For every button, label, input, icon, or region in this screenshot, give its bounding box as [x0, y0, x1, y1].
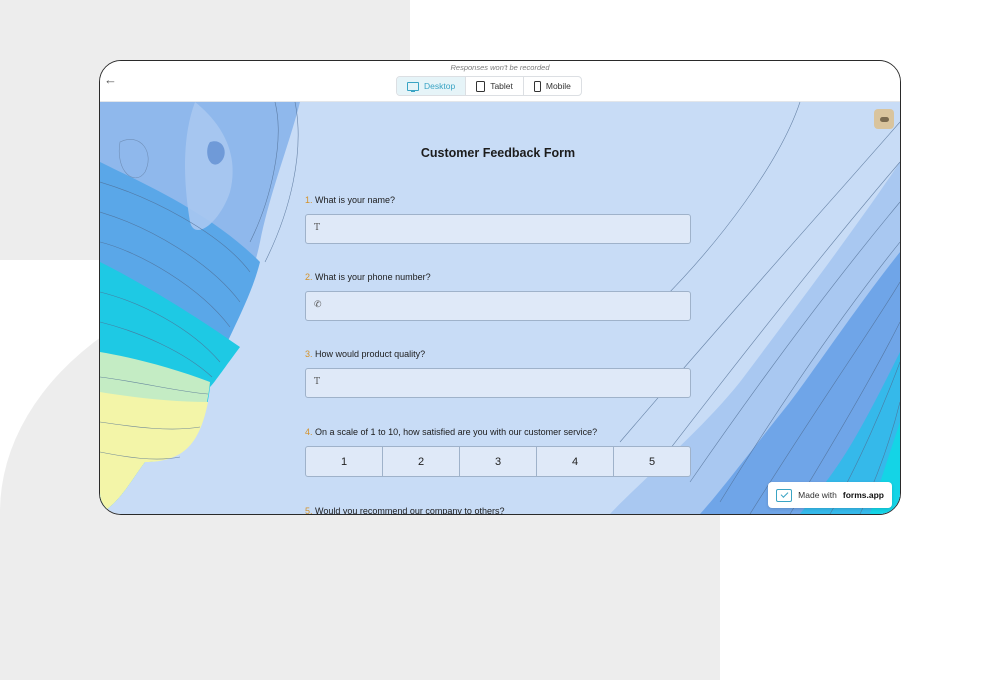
mobile-view-button[interactable]: Mobile [524, 77, 581, 95]
made-with-badge[interactable]: Made with forms.app [768, 482, 892, 508]
cloud-icon [879, 116, 889, 122]
upload-button[interactable] [874, 109, 894, 129]
question-text: What is your name? [315, 195, 396, 205]
desktop-icon [407, 81, 419, 92]
question-number: 1. [305, 195, 313, 205]
mobile-view-label: Mobile [545, 81, 571, 91]
forms-app-logo-icon [776, 488, 793, 502]
text-type-icon: T [314, 223, 321, 233]
question-5-label: 5. Would you recommend our company to ot… [305, 506, 504, 514]
question-number: 4. [305, 427, 313, 437]
rating-option-3[interactable]: 3 [459, 446, 537, 477]
tablet-view-button[interactable]: Tablet [466, 77, 524, 95]
view-switcher: Desktop Tablet Mobile [396, 76, 582, 96]
name-input[interactable]: T [305, 214, 691, 244]
responses-notice: Responses won't be recorded [450, 63, 550, 72]
phone-icon: ✆ [314, 300, 322, 310]
satisfaction-rating: 1 2 3 4 5 [305, 446, 691, 477]
mobile-icon [533, 80, 541, 92]
question-1-label: 1. What is your name? [305, 195, 395, 205]
brand-name: forms.app [842, 490, 884, 500]
tablet-icon [476, 80, 486, 92]
question-text: What is your phone number? [315, 272, 431, 282]
rating-option-2[interactable]: 2 [382, 446, 460, 477]
phone-input[interactable]: ✆ [305, 291, 691, 321]
question-4-label: 4. On a scale of 1 to 10, how satisfied … [305, 427, 597, 437]
text-type-icon: T [314, 377, 321, 387]
question-number: 3. [305, 349, 313, 359]
made-with-label: Made with [798, 490, 837, 500]
question-text: On a scale of 1 to 10, how satisfied are… [315, 427, 598, 437]
desktop-view-label: Desktop [424, 81, 456, 91]
question-3-label: 3. How would product quality? [305, 349, 425, 359]
desktop-view-button[interactable]: Desktop [397, 77, 467, 95]
rating-option-4[interactable]: 4 [536, 446, 614, 477]
preview-toolbar: ← Responses won't be recorded Desktop Ta… [100, 61, 900, 102]
question-number: 2. [305, 272, 313, 282]
question-text: How would product quality? [315, 349, 426, 359]
question-number: 5. [305, 506, 313, 514]
tablet-view-label: Tablet [490, 81, 513, 91]
form-title: Customer Feedback Form [420, 146, 576, 160]
device-preview-frame: ← Responses won't be recorded Desktop Ta… [99, 60, 901, 515]
form-canvas[interactable]: Customer Feedback Form 1. What is your n… [100, 102, 900, 514]
question-2-label: 2. What is your phone number? [305, 272, 431, 282]
rating-option-5[interactable]: 5 [613, 446, 691, 477]
back-arrow-icon[interactable]: ← [104, 73, 118, 87]
product-quality-input[interactable]: T [305, 368, 691, 398]
question-text: Would you recommend our company to other… [315, 506, 505, 514]
rating-option-1[interactable]: 1 [305, 446, 383, 477]
